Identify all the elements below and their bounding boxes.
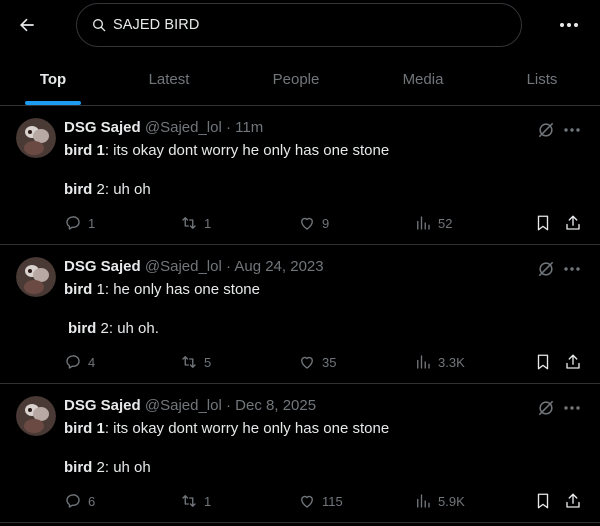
bookmark-icon[interactable] [533, 213, 553, 233]
more-options-icon[interactable] [556, 14, 582, 36]
bookmark-icon[interactable] [533, 352, 553, 372]
repost-count: 1 [204, 493, 212, 509]
repost-icon [182, 356, 196, 368]
separator-dot: · [226, 397, 231, 414]
repost-button[interactable]: 1 [180, 213, 211, 233]
views-button[interactable]: 3.3K [414, 352, 465, 372]
user-handle[interactable]: @Sajed_lol [145, 119, 222, 136]
avatar[interactable] [16, 396, 56, 436]
tab-people[interactable]: People [258, 53, 334, 105]
tweet-more-icon[interactable] [562, 398, 582, 418]
tweet-time[interactable]: 11m [235, 119, 263, 136]
bookmark-icon[interactable] [533, 491, 553, 511]
heart-icon [301, 356, 313, 369]
top-bar: SAJED BIRD [0, 0, 600, 53]
views-icon [417, 355, 430, 369]
reply-count: 1 [88, 215, 96, 231]
views-button[interactable]: 52 [414, 213, 452, 233]
tweet-more-icon[interactable] [562, 259, 582, 279]
search-input[interactable]: SAJED BIRD [76, 3, 522, 47]
user-handle[interactable]: @Sajed_lol [145, 258, 222, 275]
like-button[interactable]: 35 [298, 352, 336, 372]
tweet-header: DSG Sajed @Sajed_lol · Dec 8, 2025 [64, 397, 316, 414]
heart-icon [301, 495, 313, 508]
tweet-header: DSG Sajed @Sajed_lol · Aug 24, 2023 [64, 258, 324, 275]
tab-latest[interactable]: Latest [134, 53, 204, 105]
tweet-actions: 6 1 115 5.9K [0, 491, 600, 511]
tweet-text-line: bird 2: uh oh [64, 459, 151, 476]
share-icon[interactable] [563, 213, 583, 233]
tab-lists[interactable]: Lists [514, 53, 570, 105]
separator-dot: · [226, 258, 231, 275]
tweet-time[interactable]: Dec 8, 2025 [235, 397, 316, 414]
search-icon [93, 19, 106, 32]
like-count: 115 [322, 493, 343, 509]
tweet[interactable]: DSG Sajed @Sajed_lol · Aug 24, 2023 bird… [0, 245, 600, 384]
repost-button[interactable]: 5 [180, 352, 211, 372]
view-count: 52 [438, 215, 453, 231]
tweet[interactable]: DSG Sajed @Sajed_lol · 11m bird 1: its o… [0, 106, 600, 245]
user-handle[interactable]: @Sajed_lol [145, 397, 222, 414]
tweet-text-line: bird 1: its okay dont worry he only has … [64, 142, 390, 159]
share-icon[interactable] [563, 491, 583, 511]
view-count: 3.3K [438, 354, 465, 370]
view-count: 5.9K [438, 493, 465, 509]
avatar[interactable] [16, 257, 56, 297]
reply-button[interactable]: 1 [64, 213, 95, 233]
repost-count: 1 [204, 215, 212, 231]
reply-icon [66, 216, 80, 230]
reply-count: 4 [88, 354, 96, 370]
repost-icon [182, 217, 196, 229]
tweet[interactable]: DSG Sajed @Sajed_lol · Dec 8, 2025 bird … [0, 384, 600, 523]
reply-count: 6 [88, 493, 96, 509]
tweet-text-line: bird 1: its okay dont worry he only has … [64, 420, 390, 437]
tweet-actions: 4 5 35 3.3K [0, 352, 600, 372]
heart-icon [301, 217, 313, 230]
search-query: SAJED BIRD [113, 17, 200, 33]
like-count: 35 [322, 354, 337, 370]
tweet-time[interactable]: Aug 24, 2023 [234, 258, 323, 275]
back-arrow-icon[interactable] [14, 12, 40, 38]
avatar[interactable] [16, 118, 56, 158]
views-button[interactable]: 5.9K [414, 491, 465, 511]
reply-icon [66, 355, 80, 369]
grok-icon[interactable] [536, 259, 556, 279]
repost-count: 5 [204, 354, 212, 370]
display-name[interactable]: DSG Sajed [64, 119, 141, 136]
tweet-text-line: bird 1: he only has one stone [64, 281, 260, 298]
like-count: 9 [322, 215, 330, 231]
grok-icon[interactable] [536, 398, 556, 418]
repost-icon [182, 495, 196, 507]
tab-top[interactable]: Top [20, 53, 86, 105]
reply-button[interactable]: 6 [64, 491, 95, 511]
reply-button[interactable]: 4 [64, 352, 95, 372]
like-button[interactable]: 115 [298, 491, 343, 511]
tweet-header: DSG Sajed @Sajed_lol · 11m [64, 119, 263, 136]
tweet-text-line: bird 2: uh oh. [68, 320, 159, 337]
reply-icon [66, 494, 80, 508]
repost-button[interactable]: 1 [180, 491, 211, 511]
tweet-actions: 1 1 9 52 [0, 213, 600, 233]
tab-media[interactable]: Media [390, 53, 456, 105]
active-tab-indicator [25, 101, 81, 105]
like-button[interactable]: 9 [298, 213, 329, 233]
search-tabs: Top Latest People Media Lists [0, 53, 600, 106]
grok-icon[interactable] [536, 120, 556, 140]
display-name[interactable]: DSG Sajed [64, 258, 141, 275]
share-icon[interactable] [563, 352, 583, 372]
views-icon [417, 216, 430, 230]
views-icon [417, 494, 430, 508]
display-name[interactable]: DSG Sajed [64, 397, 141, 414]
tweet-text-line: bird 2: uh oh [64, 181, 151, 198]
tweet-more-icon[interactable] [562, 120, 582, 140]
separator-dot: · [226, 119, 231, 136]
